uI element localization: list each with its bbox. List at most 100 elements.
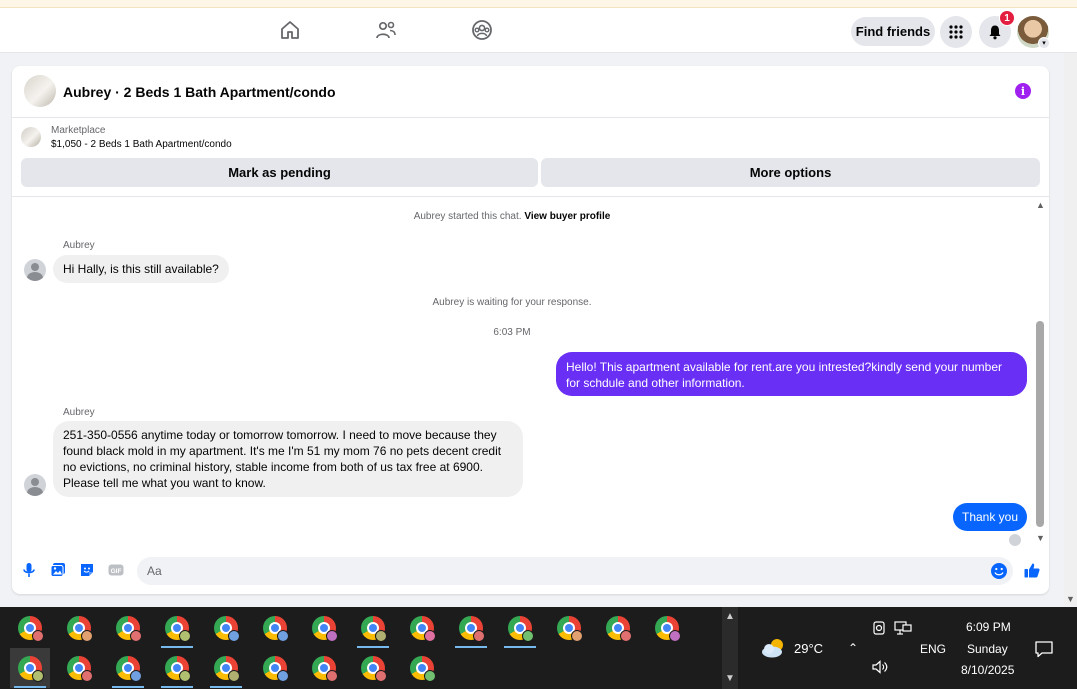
notification-center-icon[interactable]: [1034, 640, 1054, 658]
mark-as-pending-button[interactable]: Mark as pending: [21, 158, 538, 187]
svg-text:GIF: GIF: [111, 568, 122, 575]
chevron-down-icon[interactable]: ▾: [1038, 37, 1050, 49]
chrome-icon: [508, 616, 534, 642]
volume-icon[interactable]: [871, 659, 889, 675]
find-friends-button[interactable]: Find friends: [851, 17, 935, 46]
chrome-taskbar-app[interactable]: [353, 608, 393, 648]
scroll-down-icon[interactable]: ▼: [1036, 533, 1045, 543]
chrome-taskbar-app[interactable]: [157, 648, 197, 688]
scroll-up-icon[interactable]: ▲: [1036, 200, 1045, 210]
chrome-taskbar-app[interactable]: [451, 608, 491, 648]
chrome-icon: [214, 616, 240, 642]
marketplace-label: Marketplace: [51, 125, 106, 136]
info-icon[interactable]: i: [1015, 83, 1031, 99]
chrome-taskbar-app[interactable]: [206, 608, 246, 648]
thread-scrollbar[interactable]: ▲ ▼: [1033, 197, 1049, 547]
top-navigation-bar: Find friends 1 ▾: [0, 8, 1077, 53]
clock-time[interactable]: 6:09 PM: [966, 620, 1011, 634]
taskbar-scroll-up-icon[interactable]: ▲: [725, 611, 735, 622]
chrome-icon: [557, 616, 583, 642]
chrome-taskbar-app[interactable]: [500, 608, 540, 648]
buyer-avatar[interactable]: [24, 259, 46, 281]
marketplace-conversation-panel: Aubrey · 2 Beds 1 Bath Apartment/condo i…: [12, 66, 1049, 594]
chrome-icon: [312, 656, 338, 682]
chrome-taskbar-app[interactable]: [549, 608, 589, 648]
listing-small-thumbnail[interactable]: [21, 127, 41, 147]
chrome-taskbar-app[interactable]: [108, 648, 148, 688]
conversation-title[interactable]: Aubrey · 2 Beds 1 Bath Apartment/condo: [63, 84, 336, 100]
chrome-icon: [606, 616, 632, 642]
photo-icon[interactable]: [49, 561, 67, 579]
chrome-taskbar-app[interactable]: [598, 608, 638, 648]
chrome-taskbar-app[interactable]: [255, 608, 295, 648]
listing-price-title[interactable]: $1,050 - 2 Beds 1 Bath Apartment/condo: [51, 139, 232, 150]
windows-taskbar: ▲ ▼ 29°C ⌃ ENG 6:09 PM Sunday 8/10/2025: [0, 607, 1077, 689]
waiting-notice: Aubrey is waiting for your response.: [432, 297, 592, 308]
microphone-icon[interactable]: [20, 561, 38, 579]
page-scroll-down-icon[interactable]: ▼: [1066, 594, 1075, 604]
chrome-icon: [165, 616, 191, 642]
incoming-message[interactable]: Hi Hally, is this still available?: [53, 255, 229, 283]
page-scrollbar[interactable]: ▼: [1064, 53, 1077, 606]
chat-started-text: Aubrey started this chat.: [413, 211, 522, 222]
emoji-icon[interactable]: [990, 562, 1008, 580]
browser-top-strip: [0, 0, 1077, 8]
chrome-icon: [67, 656, 93, 682]
taskbar-overflow-scroll[interactable]: ▲ ▼: [722, 607, 738, 689]
chrome-taskbar-app[interactable]: [206, 648, 246, 688]
thumbs-up-icon[interactable]: [1023, 561, 1041, 579]
show-hidden-icons-chevron-icon[interactable]: ⌃: [848, 641, 858, 655]
weather-cloud-icon[interactable]: [760, 637, 788, 659]
chrome-icon: [312, 616, 338, 642]
buyer-avatar[interactable]: [24, 474, 46, 496]
chrome-taskbar-app[interactable]: [59, 648, 99, 688]
chrome-taskbar-app[interactable]: [402, 648, 442, 688]
groups-icon[interactable]: [470, 18, 494, 42]
chrome-icon: [410, 656, 436, 682]
chrome-icon: [116, 616, 142, 642]
taskbar-scroll-down-icon[interactable]: ▼: [725, 673, 735, 684]
chrome-taskbar-app[interactable]: [157, 608, 197, 648]
incoming-message[interactable]: 251-350-0556 anytime today or tomorrow t…: [53, 421, 523, 497]
clock-day[interactable]: Sunday: [967, 642, 1008, 656]
network-icon[interactable]: [894, 620, 912, 636]
outgoing-message[interactable]: Thank you: [953, 503, 1028, 531]
seen-indicator-avatar: [1009, 534, 1021, 546]
sender-name: Aubrey: [63, 240, 95, 251]
listing-thumbnail[interactable]: [24, 75, 56, 107]
chrome-taskbar-app[interactable]: [10, 608, 50, 648]
message-thread: Aubrey started this chat. View buyer pro…: [12, 196, 1049, 546]
sticker-icon[interactable]: [78, 561, 96, 579]
more-options-button[interactable]: More options: [541, 158, 1040, 187]
view-buyer-profile-link[interactable]: View buyer profile: [524, 211, 610, 222]
home-icon[interactable]: [278, 18, 302, 42]
menu-grid-icon[interactable]: [940, 16, 972, 48]
message-timestamp: 6:03 PM: [493, 327, 531, 338]
message-input[interactable]: [147, 561, 967, 581]
chrome-taskbar-app[interactable]: [10, 648, 50, 688]
chrome-taskbar-app[interactable]: [647, 608, 687, 648]
chrome-icon: [165, 656, 191, 682]
gif-icon[interactable]: GIF: [107, 561, 125, 579]
chrome-taskbar-app[interactable]: [353, 648, 393, 688]
chrome-taskbar-app[interactable]: [304, 608, 344, 648]
chrome-icon: [214, 656, 240, 682]
camera-device-icon[interactable]: [871, 620, 887, 636]
chrome-taskbar-app[interactable]: [304, 648, 344, 688]
friends-icon[interactable]: [374, 18, 398, 42]
chrome-icon: [67, 616, 93, 642]
scroll-thumb[interactable]: [1036, 321, 1044, 527]
outgoing-message[interactable]: Hello! This apartment available for rent…: [556, 352, 1027, 396]
input-language-indicator[interactable]: ENG: [920, 642, 946, 656]
chrome-taskbar-app[interactable]: [59, 608, 99, 648]
message-input-box[interactable]: [137, 557, 1013, 585]
chrome-icon: [116, 656, 142, 682]
weather-temperature[interactable]: 29°C: [794, 641, 823, 656]
clock-date[interactable]: 8/10/2025: [961, 663, 1014, 677]
chrome-icon: [263, 616, 289, 642]
chrome-taskbar-app[interactable]: [108, 608, 148, 648]
message-composer: GIF: [12, 554, 1049, 588]
chrome-taskbar-app[interactable]: [255, 648, 295, 688]
chrome-taskbar-app[interactable]: [402, 608, 442, 648]
chrome-icon: [263, 656, 289, 682]
